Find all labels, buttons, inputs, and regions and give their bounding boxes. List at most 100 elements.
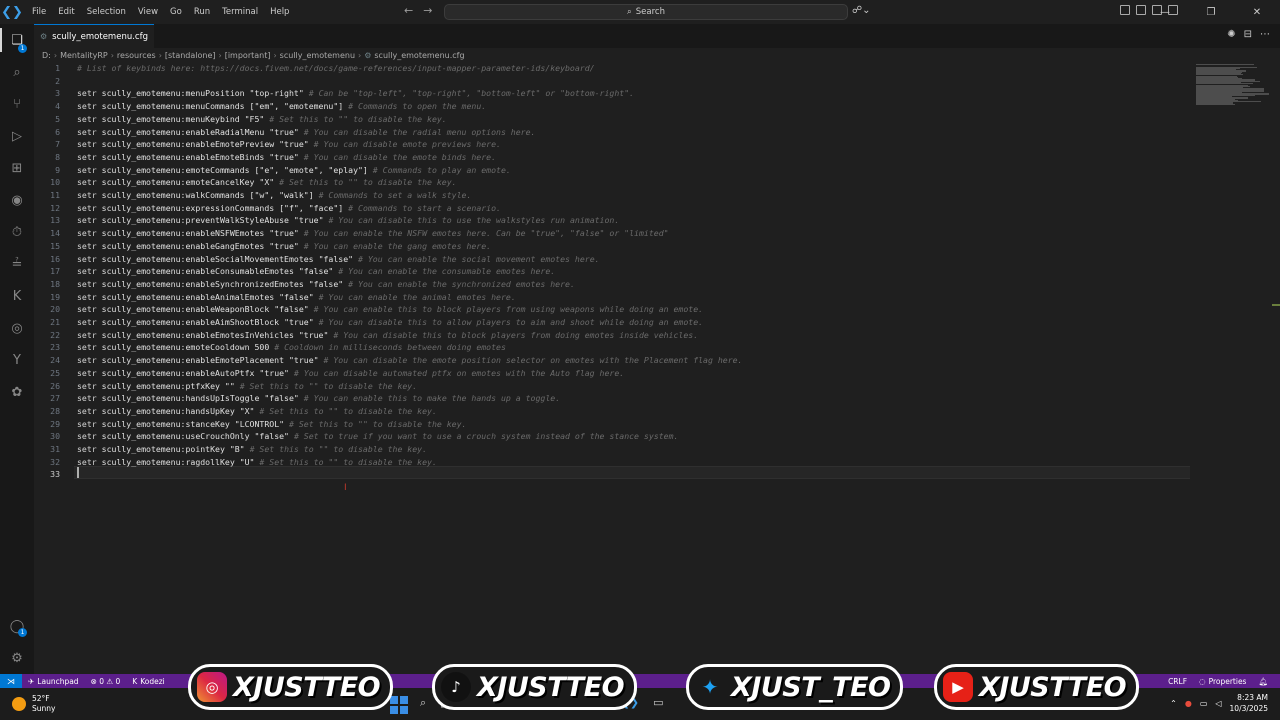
openai-icon[interactable]: ✿ xyxy=(7,382,27,402)
properties-label: Properties xyxy=(1208,676,1247,686)
menu-run[interactable]: Run xyxy=(188,0,216,24)
timeline-icon[interactable]: ⏱ xyxy=(7,222,27,242)
code-line[interactable]: 31 setr scully_emotemenu:pointKey "B" # S… xyxy=(34,443,1190,456)
code-line[interactable]: 8 setr scully_emotemenu:enableEmoteBinds … xyxy=(34,151,1190,164)
more-views-icon[interactable]: ≟ xyxy=(7,254,27,274)
weather-widget[interactable]: 52°F Sunny xyxy=(12,694,55,714)
code-line[interactable]: 26 setr scully_emotemenu:ptfxKey "" # Set… xyxy=(34,380,1190,393)
code-line[interactable]: 22 setr scully_emotemenu:enableEmotesInVe… xyxy=(34,329,1190,342)
code-line[interactable]: 25 setr scully_emotemenu:enableAutoPtfx "… xyxy=(34,367,1190,380)
extensions-icon[interactable]: ⊞ xyxy=(7,158,27,178)
breadcrumb-item[interactable]: [standalone] xyxy=(165,51,216,60)
copilot-edit-icon[interactable]: ✺ xyxy=(1227,29,1235,40)
menu-file[interactable]: File xyxy=(26,0,52,24)
code-line[interactable]: 15 setr scully_emotemenu:enableGangEmotes… xyxy=(34,240,1190,253)
code-line[interactable]: 2 xyxy=(34,75,1190,88)
code-line[interactable]: 28 setr scully_emotemenu:handsUpKey "X" #… xyxy=(34,405,1190,418)
search-sidebar-icon[interactable]: ⌕ xyxy=(7,62,27,82)
code-text: setr scully_emotemenu:enableNSFWEmotes "… xyxy=(77,227,674,240)
run-debug-icon[interactable]: ▷ xyxy=(7,126,27,146)
customize-layout-icon[interactable] xyxy=(1120,5,1130,15)
remote-indicator-icon[interactable]: ⋊ xyxy=(0,674,22,688)
more-actions-icon[interactable]: ⋯ xyxy=(1260,29,1270,40)
notifications-bell-icon[interactable]: 🔔︎ xyxy=(1252,677,1274,686)
breadcrumb-item[interactable]: scully_emotemenu xyxy=(280,51,355,60)
menu-help[interactable]: Help xyxy=(264,0,295,24)
code-line[interactable]: 17 setr scully_emotemenu:enableConsumable… xyxy=(34,265,1190,278)
kodezi-icon[interactable]: K xyxy=(7,286,27,306)
setr-keyword: setr xyxy=(77,228,97,239)
code-line[interactable]: 16 setr scully_emotemenu:enableSocialMove… xyxy=(34,253,1190,266)
code-line[interactable]: 27 setr scully_emotemenu:handsUpIsToggle … xyxy=(34,392,1190,405)
close-icon[interactable]: ✕ xyxy=(1234,0,1280,24)
source-control-icon[interactable]: ⑂ xyxy=(7,94,27,114)
code-line[interactable]: 11 setr scully_emotemenu:walkCommands ["w… xyxy=(34,189,1190,202)
maximize-icon[interactable]: ❐ xyxy=(1188,0,1234,24)
breadcrumb-item[interactable]: MentalityRP xyxy=(60,51,108,60)
menu-edit[interactable]: Edit xyxy=(52,0,80,24)
minimap[interactable] xyxy=(1196,64,1280,106)
vertical-scrollbar[interactable] xyxy=(1270,62,1280,674)
code-line[interactable]: 12 setr scully_emotemenu:expressionComman… xyxy=(34,202,1190,215)
code-line[interactable]: 10 setr scully_emotemenu:emoteCancelKey "… xyxy=(34,176,1190,189)
convar-value: "" xyxy=(224,380,235,391)
problems-item[interactable]: ⊗ 0 ⚠ 0 xyxy=(85,677,127,686)
code-line[interactable]: 29 setr scully_emotemenu:stanceKey "LCONT… xyxy=(34,418,1190,431)
settings-gear-icon[interactable]: ⚙ xyxy=(7,648,27,668)
code-text: setr scully_emotemenu:handsUpIsToggle "f… xyxy=(77,392,565,405)
code-line[interactable]: 23 setr scully_emotemenu:emoteCooldown 50… xyxy=(34,341,1190,354)
line-number: 16 xyxy=(50,253,60,264)
menu-go[interactable]: Go xyxy=(164,0,188,24)
search-icon[interactable]: ⌕ xyxy=(420,696,426,710)
menu-view[interactable]: View xyxy=(132,0,164,24)
code-line[interactable]: 5 setr scully_emotemenu:menuKeybind "F5" … xyxy=(34,113,1190,126)
volume-icon[interactable]: ◁ xyxy=(1215,699,1221,708)
network-icon[interactable]: ▭ xyxy=(1200,699,1208,708)
breadcrumb-item[interactable]: D: xyxy=(42,51,51,60)
code-line[interactable]: 32 setr scully_emotemenu:ragdollKey "U" #… xyxy=(34,456,1190,469)
code-line[interactable]: 14 setr scully_emotemenu:enableNSFWEmotes… xyxy=(34,227,1190,240)
properties-item[interactable]: ◌ Properties xyxy=(1193,677,1252,686)
code-line[interactable]: 9 setr scully_emotemenu:emoteCommands ["e… xyxy=(34,164,1190,177)
code-line[interactable]: 24 setr scully_emotemenu:enableEmotePlace… xyxy=(34,354,1190,367)
command-center-search[interactable]: ⌕ Search xyxy=(444,4,848,20)
clock[interactable]: 8:23 AM 10/3/2025 xyxy=(1230,692,1268,714)
code-line[interactable]: 13 setr scully_emotemenu:preventWalkStyle… xyxy=(34,214,1190,227)
code-line[interactable]: 6 setr scully_emotemenu:enableRadialMenu … xyxy=(34,126,1190,139)
code-line[interactable]: 21 setr scully_emotemenu:enableAimShootBl… xyxy=(34,316,1190,329)
breadcrumb-item[interactable]: scully_emotemenu.cfg xyxy=(374,51,464,60)
launchpad-item[interactable]: ✈ Launchpad xyxy=(22,677,85,686)
line-number: 19 xyxy=(50,291,60,302)
tiktok-icon: ♪ xyxy=(441,672,471,702)
code-line[interactable]: 7 setr scully_emotemenu:enableEmotePrevie… xyxy=(34,138,1190,151)
code-line[interactable]: 4 setr scully_emotemenu:menuCommands ["em… xyxy=(34,100,1190,113)
code-line[interactable]: 19 setr scully_emotemenu:enableAnimalEmot… xyxy=(34,291,1190,304)
back-arrow-icon[interactable]: ← xyxy=(404,4,413,17)
eol-item[interactable]: CRLF xyxy=(1162,677,1193,686)
kodezi-item[interactable]: K Kodezi xyxy=(126,677,170,686)
setr-keyword: setr xyxy=(77,431,97,442)
github-icon[interactable]: ◉ xyxy=(7,190,27,210)
windows-start-icon[interactable] xyxy=(390,696,408,714)
menu-selection[interactable]: Selection xyxy=(81,0,132,24)
forward-arrow-icon[interactable]: → xyxy=(423,4,432,17)
minimize-icon[interactable]: — xyxy=(1142,0,1188,24)
breadcrumb-item[interactable]: [important] xyxy=(225,51,271,60)
chevron-up-icon[interactable]: ⌃ xyxy=(1170,699,1177,708)
code-line[interactable]: 18 setr scully_emotemenu:enableSynchroniz… xyxy=(34,278,1190,291)
microphone-icon[interactable]: ● xyxy=(1185,699,1192,708)
tab-scully-emotemenu-cfg[interactable]: ⚙ scully_emotemenu.cfg xyxy=(34,24,154,48)
code-line[interactable]: 3 setr scully_emotemenu:menuPosition "top… xyxy=(34,87,1190,100)
code-line[interactable]: 20 setr scully_emotemenu:enableWeaponBloc… xyxy=(34,303,1190,316)
code-line[interactable]: 30 setr scully_emotemenu:useCrouchOnly "f… xyxy=(34,430,1190,443)
copilot-chat-icon[interactable]: ◎ xyxy=(7,318,27,338)
code-line[interactable]: 33 xyxy=(34,468,1190,481)
breadcrumb-item[interactable]: resources xyxy=(117,51,156,60)
tool-icon[interactable]: Y xyxy=(7,350,27,370)
terminal-app-icon[interactable]: ▭ xyxy=(653,696,663,710)
open-preview-icon[interactable]: ⊟ xyxy=(1244,29,1252,40)
code-line[interactable]: 1 # List of keybinds here: https://docs.f… xyxy=(34,62,1190,75)
copilot-icon[interactable]: ☍⌄ xyxy=(852,5,871,16)
menu-terminal[interactable]: Terminal xyxy=(216,0,264,24)
code-editor[interactable]: I 1 # List of keybinds here: https://docs… xyxy=(34,62,1280,674)
